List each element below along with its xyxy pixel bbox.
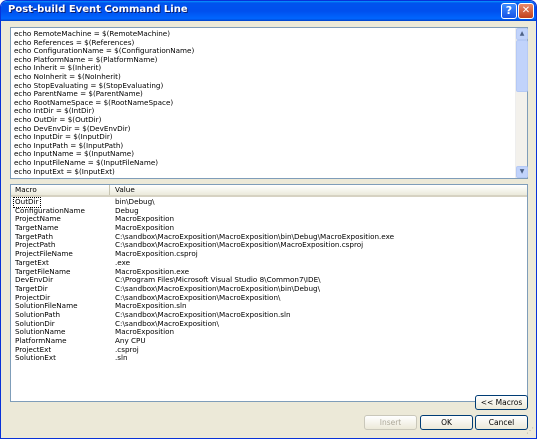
macro-row[interactable]: OutDir bin\Debug\ [11,197,527,208]
macro-row[interactable]: SolutionPath C:\sandbox\MacroExposition\M… [11,310,527,320]
help-button[interactable]: ? [501,3,517,19]
macro-row[interactable]: ProjectFileName MacroExposition.csproj [11,249,527,259]
macro-row[interactable]: PlatformName Any CPU [11,336,527,346]
command-text[interactable]: echo RemoteMachine = $(RemoteMachine) ech… [14,30,514,176]
macro-row[interactable]: SolutionExt .sln [11,354,527,363]
column-header-value[interactable]: Value [111,185,411,195]
macro-row[interactable]: SolutionDir C:\sandbox\MacroExposition\ [11,319,527,329]
macro-list-header: Macro Value [11,185,527,197]
macro-name: SolutionExt [15,353,56,363]
macro-row[interactable]: ProjectName MacroExposition [11,215,527,224]
scroll-up-arrow-icon[interactable]: ▲ [516,28,528,40]
macro-row[interactable]: ConfigurationName Debug [11,206,527,216]
title-bar[interactable]: Post-build Event Command Line ? ✕ [1,1,536,21]
macro-list[interactable]: Macro Value OutDir bin\Debug\ Configuratio… [10,184,528,402]
post-build-dialog: Post-build Event Command Line ? ✕ echo R… [0,0,537,439]
scroll-thumb[interactable] [516,40,528,92]
macros-toggle-button[interactable]: << Macros [475,395,528,410]
window-title: Post-build Event Command Line [8,4,188,15]
command-line-editor[interactable]: echo RemoteMachine = $(RemoteMachine) ech… [10,27,528,179]
macro-row[interactable]: SolutionName MacroExposition [11,328,527,337]
macro-row[interactable]: ProjectPath C:\sandbox\MacroExposition\Ma… [11,241,527,250]
macro-value: .sln [115,353,128,363]
column-header-macro[interactable]: Macro [11,185,110,195]
close-button[interactable]: ✕ [518,3,534,19]
dialog-client-area: echo RemoteMachine = $(RemoteMachine) ech… [1,21,536,438]
insert-button[interactable]: Insert [364,415,417,430]
macro-row[interactable]: ProjectDir C:\sandbox\MacroExposition\Mac… [11,293,527,303]
macro-rows: OutDir bin\Debug\ ConfigurationName Debug Pr… [11,197,527,363]
resize-grip-icon[interactable]: ⋰ [524,426,534,436]
scroll-down-arrow-icon[interactable]: ▼ [516,166,528,178]
ok-button[interactable]: OK [420,415,473,430]
cancel-button[interactable]: Cancel [475,415,528,430]
macro-row[interactable]: TargetExt .exe [11,258,527,268]
macro-row[interactable]: ProjectExt .csproj [11,345,527,355]
command-line: echo InputExt = $(InputExt) [14,166,115,176]
editor-vertical-scrollbar[interactable]: ▲ ▼ [515,28,528,178]
